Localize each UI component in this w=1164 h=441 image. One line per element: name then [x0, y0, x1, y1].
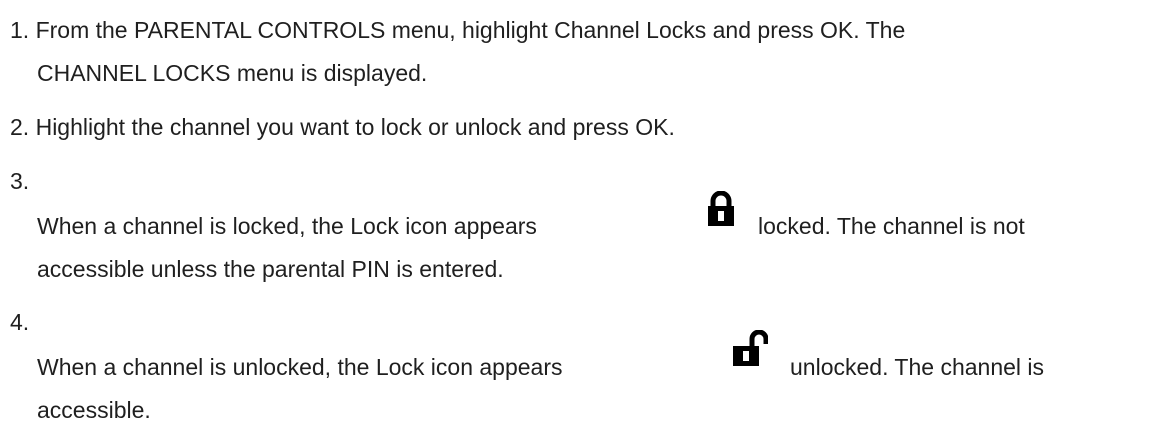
lock-closed-icon [708, 191, 734, 226]
step-1-number: 1. [10, 17, 30, 43]
instruction-steps: 1. From the PARENTAL CONTROLS menu, high… [0, 0, 1164, 441]
step-4-continuation: accessible. [37, 397, 151, 423]
step-4-number: 4. [10, 309, 30, 335]
step-1-line-2: CHANNEL LOCKS menu is displayed. [37, 60, 428, 86]
step-2-number: 2. [10, 114, 30, 140]
step-3-number: 3. [10, 168, 30, 194]
lock-open-icon [733, 330, 768, 366]
step-1-text-1: From the PARENTAL CONTROLS menu, highlig… [35, 17, 906, 43]
step-2-text-1: Highlight the channel you want to lock o… [35, 114, 675, 140]
step-4-text-before-icon: When a channel is unlocked, the Lock ico… [37, 354, 563, 380]
step-4-text-after-icon: unlocked. The channel is [790, 354, 1045, 380]
step-1-line-1: 1. From the PARENTAL CONTROLS menu, high… [10, 16, 905, 44]
step-3-text-after-icon: locked. The channel is not [758, 213, 1025, 239]
step-3-continuation: accessible unless the parental PIN is en… [37, 256, 504, 282]
step-3-text-before-icon: When a channel is locked, the Lock icon … [37, 213, 537, 239]
step-2-line-1: 2. Highlight the channel you want to loc… [10, 113, 675, 141]
